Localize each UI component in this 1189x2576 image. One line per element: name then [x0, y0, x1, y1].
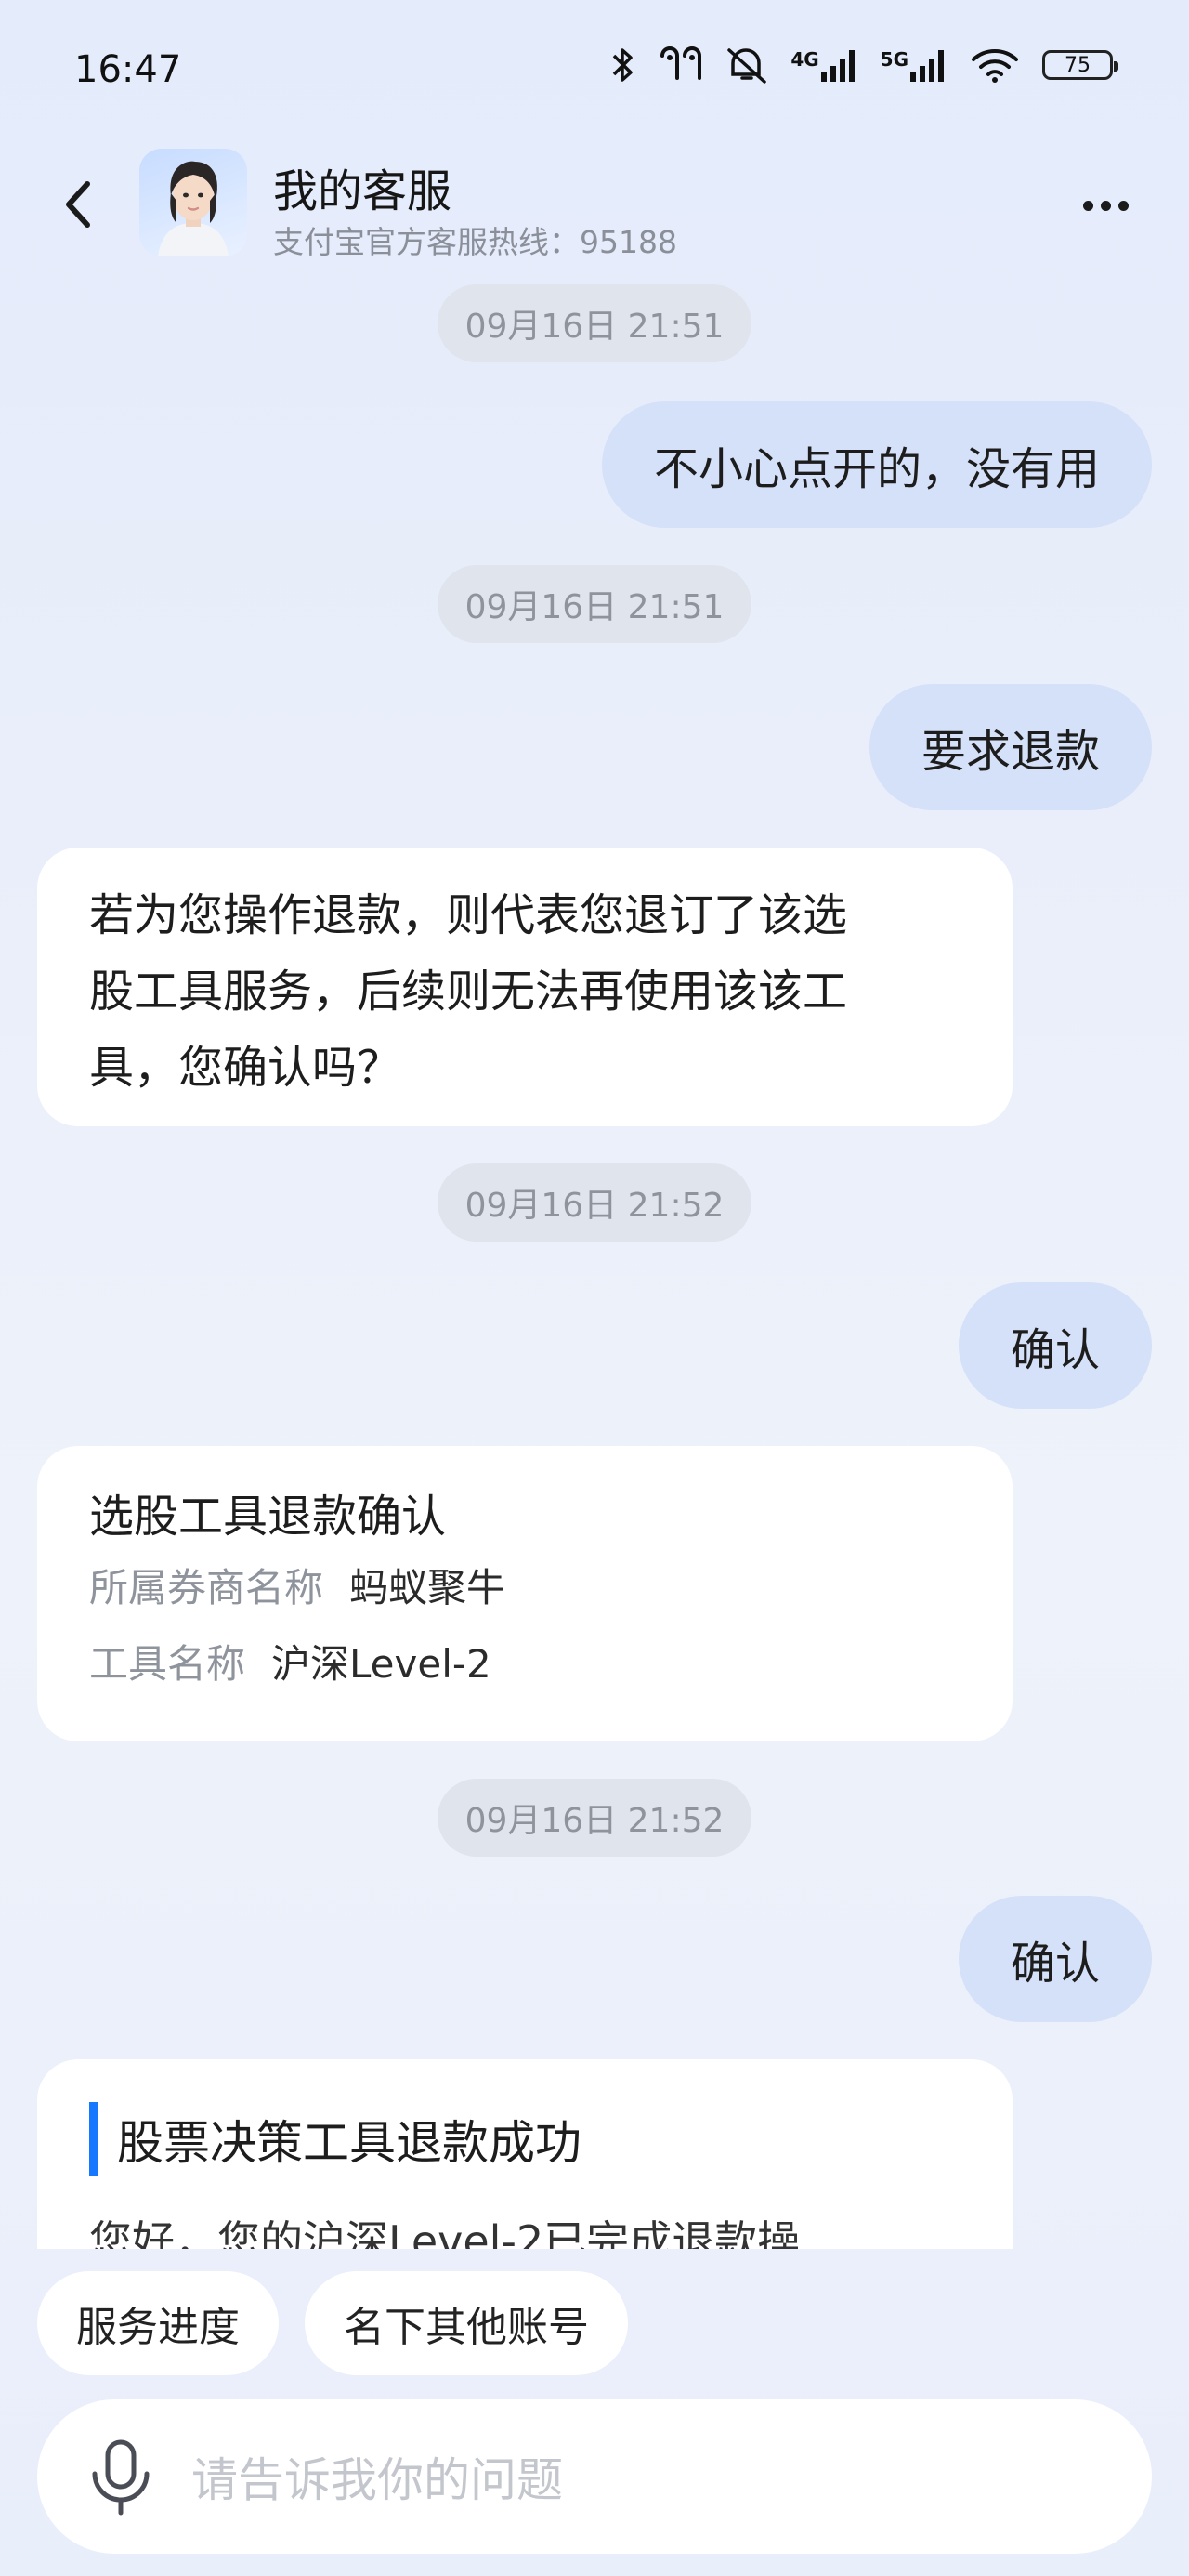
network-label-4g: 4G [790, 48, 819, 71]
signal-icon [910, 50, 944, 82]
microphone-icon[interactable] [84, 2437, 158, 2517]
success-title: 股票决策工具退款成功 [89, 2102, 960, 2176]
network-label-5g: 5G [880, 48, 908, 71]
user-message[interactable]: 要求退款 [869, 684, 1152, 810]
chat-title: 我的客服 [273, 165, 452, 217]
more-icon [1082, 200, 1129, 211]
timestamp: 09月16日 21:51 [438, 565, 751, 643]
avatar[interactable] [139, 149, 247, 256]
status-bar: 16:47 4G 5G 75 [0, 0, 1189, 149]
refund-success-card[interactable]: 股票决策工具退款成功 您好，您的沪深Level-2已完成退款操 [37, 2059, 1013, 2249]
quick-reply-other-accounts[interactable]: 名下其他账号 [305, 2271, 628, 2375]
timestamp: 09月16日 21:51 [438, 284, 751, 362]
accent-bar [89, 2102, 98, 2176]
signal-5g: 5G [881, 48, 947, 82]
battery-icon: 75 [1042, 50, 1118, 80]
bot-message[interactable]: 若为您操作退款，则代表您退订了该选 股工具服务，后续则无法再使用该该工 具，您确… [37, 848, 1013, 1126]
bot-message-line: 具，您确认吗？ [89, 1042, 402, 1094]
card-row-tool: 工具名称 沪深Level-2 [89, 1626, 960, 1702]
card-row-value: 沪深Level-2 [271, 1641, 491, 1687]
chat-header: 我的客服 支付宝官方客服热线：95188 [0, 149, 1189, 260]
quick-replies: 服务进度 名下其他账号 [37, 2271, 628, 2375]
timestamp: 09月16日 21:52 [438, 1779, 751, 1857]
bluetooth-icon [610, 46, 636, 84]
card-row-value: 蚂蚁聚牛 [349, 1565, 506, 1610]
signal-icon [820, 50, 855, 82]
chat-messages[interactable]: 09月16日 21:51 不小心点开的，没有用 09月16日 21:51 要求退… [0, 260, 1189, 2249]
more-button[interactable] [1068, 182, 1143, 229]
timestamp: 09月16日 21:52 [438, 1163, 751, 1242]
status-time: 16:47 [74, 48, 182, 91]
back-button[interactable] [50, 177, 106, 232]
success-body: 您好，您的沪深Level-2已完成退款操 [89, 2216, 801, 2249]
mute-icon [725, 46, 768, 84]
success-title-text: 股票决策工具退款成功 [117, 2116, 581, 2170]
card-row-label: 所属券商名称 [89, 1565, 324, 1610]
wifi-icon [970, 46, 1020, 84]
quick-reply-service-progress[interactable]: 服务进度 [37, 2271, 279, 2375]
card-title: 选股工具退款确认 [89, 1491, 447, 1543]
refund-confirm-card[interactable]: 选股工具退款确认 所属券商名称 蚂蚁聚牛 工具名称 沪深Level-2 [37, 1446, 1013, 1741]
hotline-subtitle: 支付宝官方客服热线：95188 [273, 224, 677, 260]
user-message[interactable]: 确认 [958, 1282, 1152, 1409]
bot-message-line: 若为您操作退款，则代表您退订了该选 [89, 889, 848, 941]
message-input[interactable]: 请告诉我你的问题 [37, 2399, 1152, 2554]
signal-4g: 4G [790, 48, 857, 82]
earbuds-icon [659, 46, 703, 84]
card-row-broker: 所属券商名称 蚂蚁聚牛 [89, 1550, 960, 1626]
user-message[interactable]: 不小心点开的，没有用 [601, 401, 1152, 528]
status-icons: 4G 5G 75 [610, 46, 1118, 84]
back-icon [66, 181, 90, 228]
card-row-label: 工具名称 [89, 1641, 246, 1687]
input-placeholder[interactable]: 请告诉我你的问题 [191, 2399, 563, 2554]
bot-message-line: 股工具服务，后续则无法再使用该该工 [89, 966, 848, 1018]
user-message[interactable]: 确认 [958, 1896, 1152, 2022]
